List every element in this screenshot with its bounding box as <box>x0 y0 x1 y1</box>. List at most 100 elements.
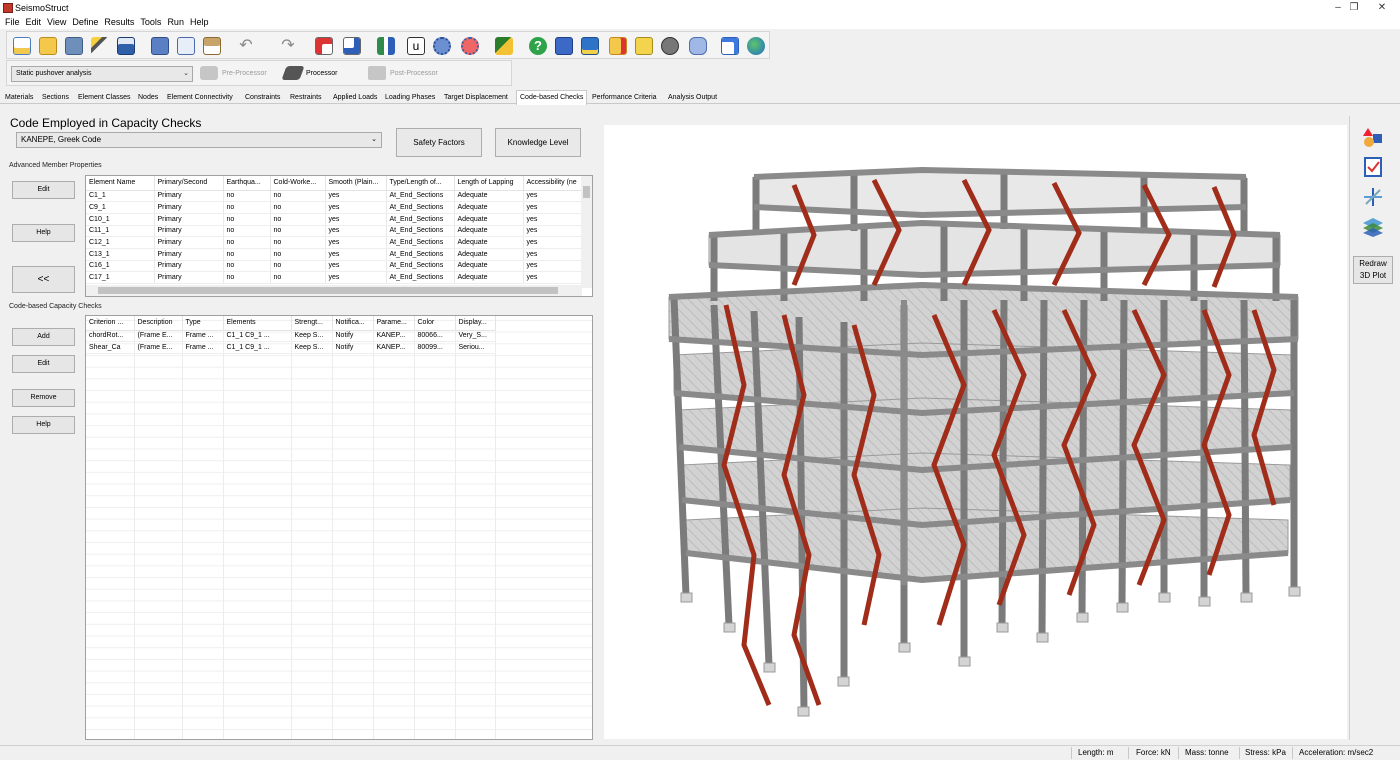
tab-target-displacement[interactable]: Target Displacement <box>441 92 511 104</box>
post-processor-button[interactable]: Post-Processor <box>368 64 438 84</box>
print-button[interactable] <box>149 35 171 57</box>
table-cell[interactable]: no <box>223 248 271 261</box>
table-cell[interactable]: no <box>270 225 326 238</box>
menu-help[interactable]: Help <box>190 16 209 29</box>
table-cell[interactable]: At_End_Sections <box>386 225 455 238</box>
redraw-3d-plot-button[interactable]: Redraw 3D Plot <box>1353 256 1393 284</box>
table-cell[interactable]: yes <box>325 225 387 238</box>
magic-wand-button[interactable] <box>89 35 111 57</box>
undo-button[interactable]: ↶ <box>235 35 257 57</box>
table-cell[interactable]: C9_1 <box>86 201 155 214</box>
table-cell[interactable]: yes <box>523 236 582 249</box>
table-cell[interactable]: yes <box>325 213 387 226</box>
table-cell[interactable]: C17_1 <box>86 271 155 284</box>
table-row[interactable]: C11_1 Primary no no yes At_End_Sections Adequa… <box>86 225 582 238</box>
checklist-icon[interactable] <box>1362 156 1384 178</box>
table-cell[interactable]: Primary <box>154 271 224 284</box>
table-cell[interactable]: At_End_Sections <box>386 271 455 284</box>
table-cell[interactable]: 80099... <box>414 341 456 354</box>
paste-button[interactable] <box>201 35 223 57</box>
column-header[interactable]: Element Name <box>86 176 155 191</box>
column-header[interactable]: Color <box>414 316 456 331</box>
menu-view[interactable]: View <box>47 16 66 29</box>
table-cell[interactable]: yes <box>523 225 582 238</box>
table-cell[interactable]: no <box>270 271 326 284</box>
table-cell[interactable]: yes <box>325 260 387 273</box>
tab-materials[interactable]: Materials <box>2 92 36 104</box>
table-cell[interactable]: At_End_Sections <box>386 260 455 273</box>
table-cell[interactable]: no <box>270 213 326 226</box>
table-cell[interactable]: no <box>270 236 326 249</box>
table-cell[interactable]: yes <box>325 236 387 249</box>
table-cell[interactable]: C16_1 <box>86 260 155 273</box>
table-cell[interactable]: yes <box>325 190 387 203</box>
column-header[interactable]: Display... <box>455 316 496 331</box>
column-header[interactable]: Criterion ... <box>86 316 135 331</box>
column-header[interactable]: Strengt... <box>291 316 333 331</box>
menu-run[interactable]: Run <box>167 16 184 29</box>
layers-icon[interactable] <box>1362 216 1384 238</box>
table-cell[interactable]: C11_1 <box>86 225 155 238</box>
units-button[interactable]: u <box>405 35 427 57</box>
menu-define[interactable]: Define <box>72 16 98 29</box>
collapse-button[interactable]: << <box>12 266 75 293</box>
table-cell[interactable]: Adequate <box>454 213 524 226</box>
table-cell[interactable]: C10_1 <box>86 213 155 226</box>
close-button[interactable]: ✕ <box>1370 0 1394 16</box>
analysis-type-select[interactable]: Static pushover analysis ⌄ <box>11 66 193 82</box>
cbc-edit-button[interactable]: Edit <box>12 355 75 373</box>
table-cell[interactable]: Frame ... <box>182 341 224 354</box>
table-cell[interactable]: yes <box>523 260 582 273</box>
cbc-table[interactable]: Criterion ... Description Type Elements … <box>85 315 593 740</box>
scrollbar-thumb[interactable] <box>98 287 558 294</box>
open-button[interactable] <box>37 35 59 57</box>
connectivity-button[interactable] <box>375 35 397 57</box>
manual-button[interactable] <box>553 35 575 57</box>
help-button[interactable]: ? <box>527 35 549 57</box>
table-cell[interactable]: 80066... <box>414 330 456 343</box>
insert-element-button[interactable] <box>313 35 335 57</box>
select-element-button[interactable] <box>341 35 363 57</box>
table-cell[interactable]: At_End_Sections <box>386 201 455 214</box>
table-cell[interactable]: (Frame E... <box>134 341 183 354</box>
table-cell[interactable]: no <box>223 236 271 249</box>
table-cell[interactable]: Adequate <box>454 201 524 214</box>
table-cell[interactable]: Primary <box>154 260 224 273</box>
table-cell[interactable]: no <box>223 271 271 284</box>
tab-sections[interactable]: Sections <box>39 92 72 104</box>
tab-applied-loads[interactable]: Applied Loads <box>330 92 380 104</box>
vertical-scrollbar[interactable] <box>581 176 592 288</box>
cbc-remove-button[interactable]: Remove <box>12 389 75 407</box>
table-cell[interactable]: At_End_Sections <box>386 248 455 261</box>
table-cell[interactable]: yes <box>325 248 387 261</box>
3d-plot-viewport[interactable] <box>604 125 1347 739</box>
tutorials-button[interactable] <box>607 35 629 57</box>
horizontal-scrollbar[interactable] <box>86 285 582 296</box>
cbc-add-button[interactable]: Add <box>12 328 75 346</box>
safety-factors-button[interactable]: Safety Factors <box>396 128 482 157</box>
column-header[interactable]: Earthqua... <box>223 176 271 191</box>
table-cell[interactable]: Adequate <box>454 260 524 273</box>
column-header[interactable]: Notifica... <box>332 316 374 331</box>
column-header[interactable]: Smooth (Plain... <box>325 176 387 191</box>
edit-button[interactable] <box>719 35 741 57</box>
table-cell[interactable]: At_End_Sections <box>386 236 455 249</box>
new-project-button[interactable] <box>11 35 33 57</box>
table-cell[interactable]: Keep S... <box>291 341 333 354</box>
table-cell[interactable]: Very_S... <box>455 330 496 343</box>
video-button[interactable] <box>659 35 681 57</box>
advanced-settings-button[interactable] <box>459 35 481 57</box>
table-cell[interactable]: no <box>223 190 271 203</box>
table-cell[interactable]: Adequate <box>454 190 524 203</box>
code-select[interactable]: KANEPE, Greek Code ⌄ <box>16 132 382 148</box>
website-button[interactable] <box>745 35 767 57</box>
table-row[interactable]: C10_1 Primary no no yes At_End_Sections Adequa… <box>86 213 582 226</box>
table-cell[interactable]: yes <box>523 213 582 226</box>
table-cell[interactable]: C1_1 C9_1 ... <box>223 330 292 343</box>
table-cell[interactable]: C12_1 <box>86 236 155 249</box>
table-cell[interactable]: yes <box>523 271 582 284</box>
table-cell[interactable]: no <box>223 201 271 214</box>
table-cell[interactable]: Primary <box>154 225 224 238</box>
notes-button[interactable] <box>633 35 655 57</box>
table-row[interactable]: C17_1 Primary no no yes At_End_Sections Adequa… <box>86 271 582 284</box>
